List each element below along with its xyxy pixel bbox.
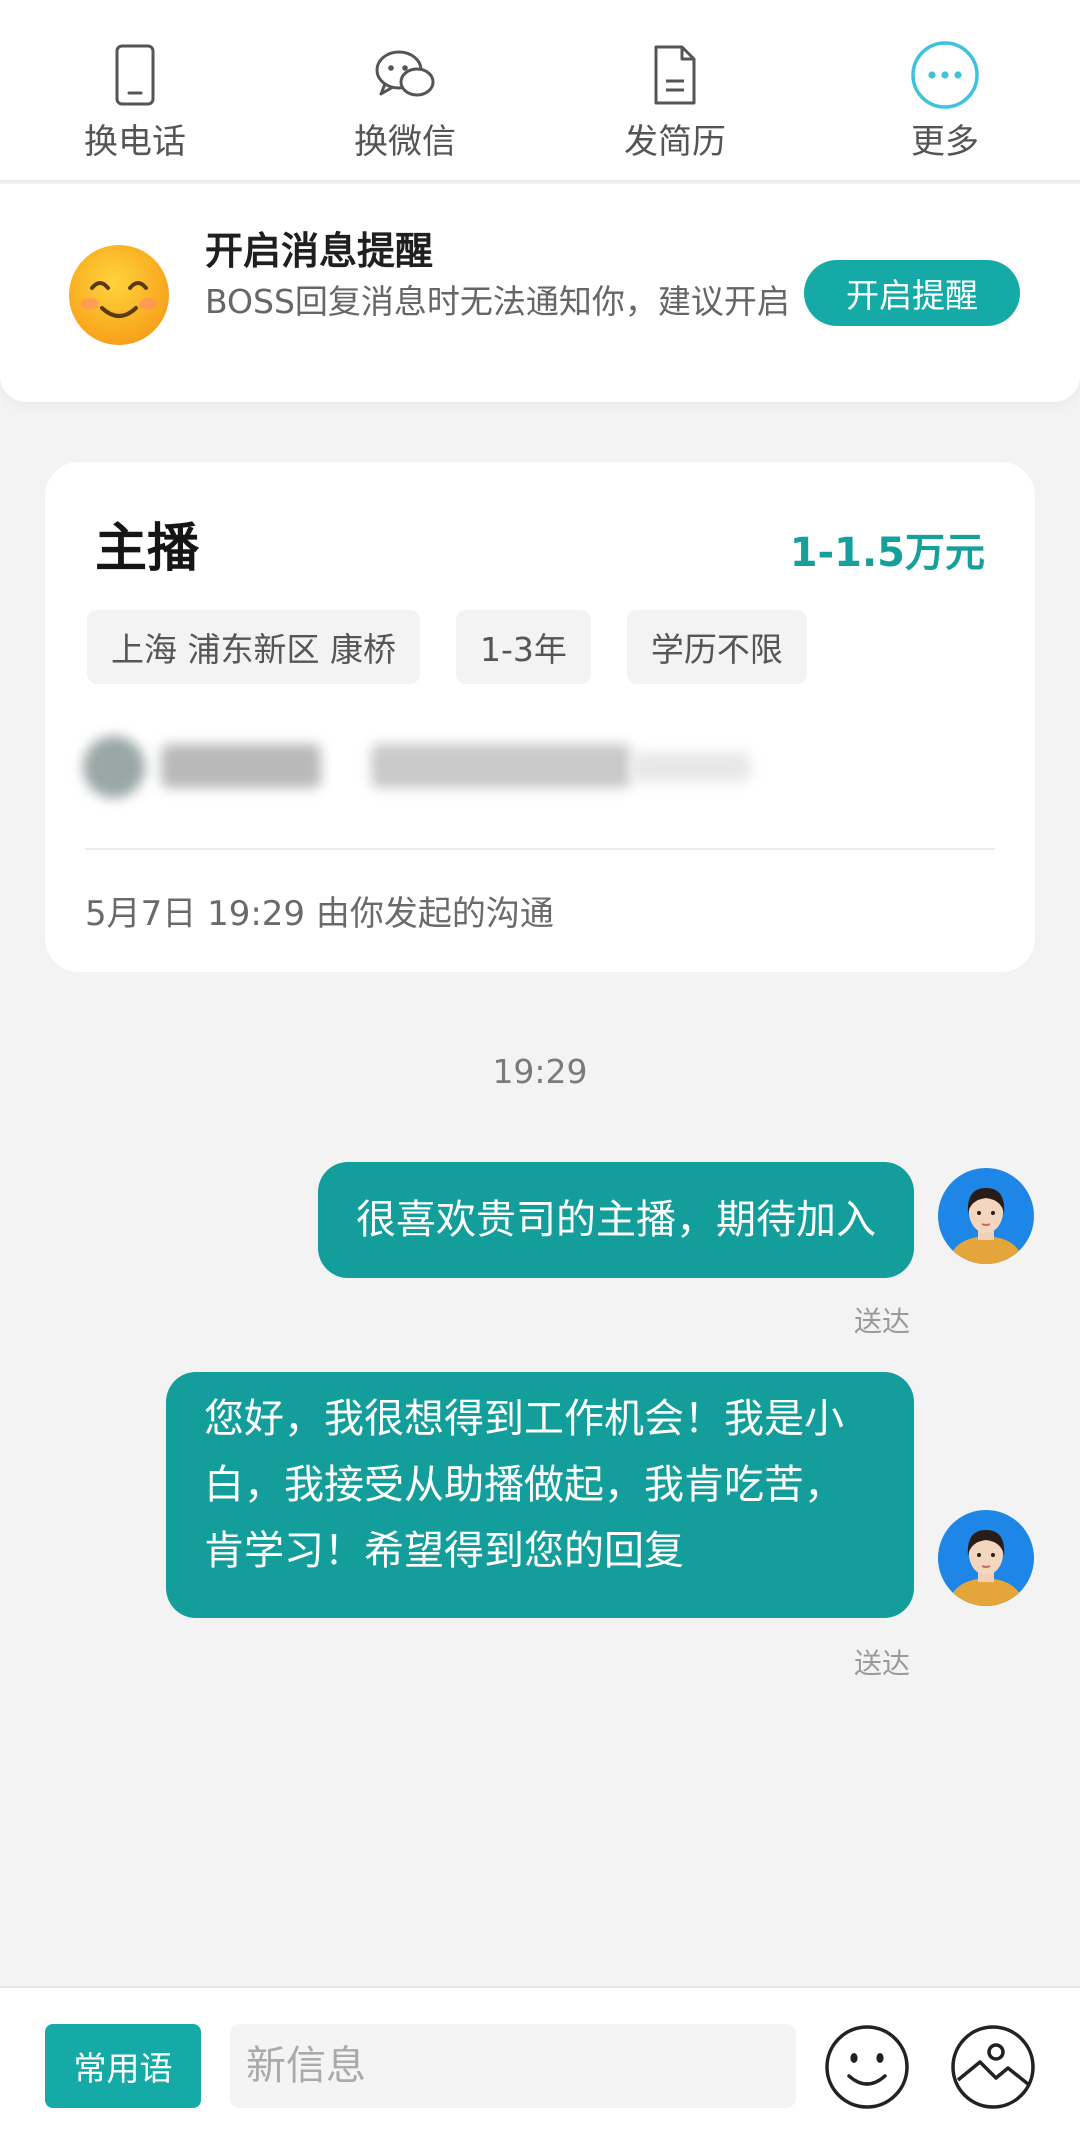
enable-notification-button[interactable]: 开启提醒	[804, 260, 1020, 326]
recruiter-company	[371, 744, 631, 788]
more-label: 更多	[911, 122, 979, 162]
wechat-icon	[370, 40, 440, 110]
change-wechat-label: 换微信	[354, 122, 456, 162]
notification-title: 开启消息提醒	[205, 229, 434, 273]
notification-prompt: 开启消息提醒 BOSS回复消息时无法通知你，建议开启 开启提醒	[0, 184, 1080, 402]
emoji-icon[interactable]	[824, 2024, 910, 2110]
experience-tag: 1-3年	[455, 610, 591, 684]
more-icon	[910, 40, 980, 110]
job-title: 主播	[95, 519, 200, 579]
card-divider	[85, 848, 995, 850]
message-bubble[interactable]: 很喜欢贵司的主播，期待加入	[318, 1162, 914, 1278]
education-tag: 学历不限	[626, 610, 807, 684]
image-icon[interactable]	[950, 2024, 1036, 2110]
notification-description: BOSS回复消息时无法通知你，建议开启	[205, 282, 790, 321]
smiley-icon	[66, 242, 172, 348]
recruiter-info-blurred	[71, 722, 751, 812]
change-phone-button[interactable]: 换电话	[0, 0, 270, 180]
location-tag: 上海 浦东新区 康桥	[87, 610, 420, 684]
common-phrases-button[interactable]: 常用语	[45, 2024, 201, 2108]
recruiter-name	[161, 744, 321, 788]
top-action-bar: 换电话 换微信 发简历 更多	[0, 0, 1080, 182]
change-wechat-button[interactable]: 换微信	[270, 0, 540, 180]
conversation-initiated-text: 5月7日 19:29 由你发起的沟通	[85, 894, 554, 934]
chat-timestamp: 19:29	[492, 1052, 588, 1091]
user-avatar[interactable]	[938, 1168, 1034, 1264]
more-button[interactable]: 更多	[810, 0, 1080, 180]
job-card[interactable]: 主播 1-1.5万元 上海 浦东新区 康桥 1-3年 学历不限 5月7日 19:…	[45, 462, 1035, 972]
message-input[interactable]	[230, 2024, 796, 2108]
recruiter-extra	[631, 752, 751, 782]
delivered-status: 送达	[853, 1647, 910, 1680]
job-salary: 1-1.5万元	[789, 530, 985, 576]
message-bubble[interactable]: 您好，我很想得到工作机会！我是小白，我接受从助播做起，我肯吃苦，肯学习！希望得到…	[166, 1372, 914, 1618]
resume-icon	[640, 40, 710, 110]
change-phone-label: 换电话	[84, 122, 186, 162]
user-avatar[interactable]	[938, 1510, 1034, 1606]
job-tags: 上海 浦东新区 康桥 1-3年 学历不限	[87, 610, 807, 684]
phone-icon	[100, 40, 170, 110]
message-input-bar: 常用语	[0, 1986, 1080, 2143]
send-resume-label: 发简历	[624, 122, 726, 162]
delivered-status: 送达	[853, 1305, 910, 1338]
recruiter-avatar	[83, 736, 145, 798]
send-resume-button[interactable]: 发简历	[540, 0, 810, 180]
